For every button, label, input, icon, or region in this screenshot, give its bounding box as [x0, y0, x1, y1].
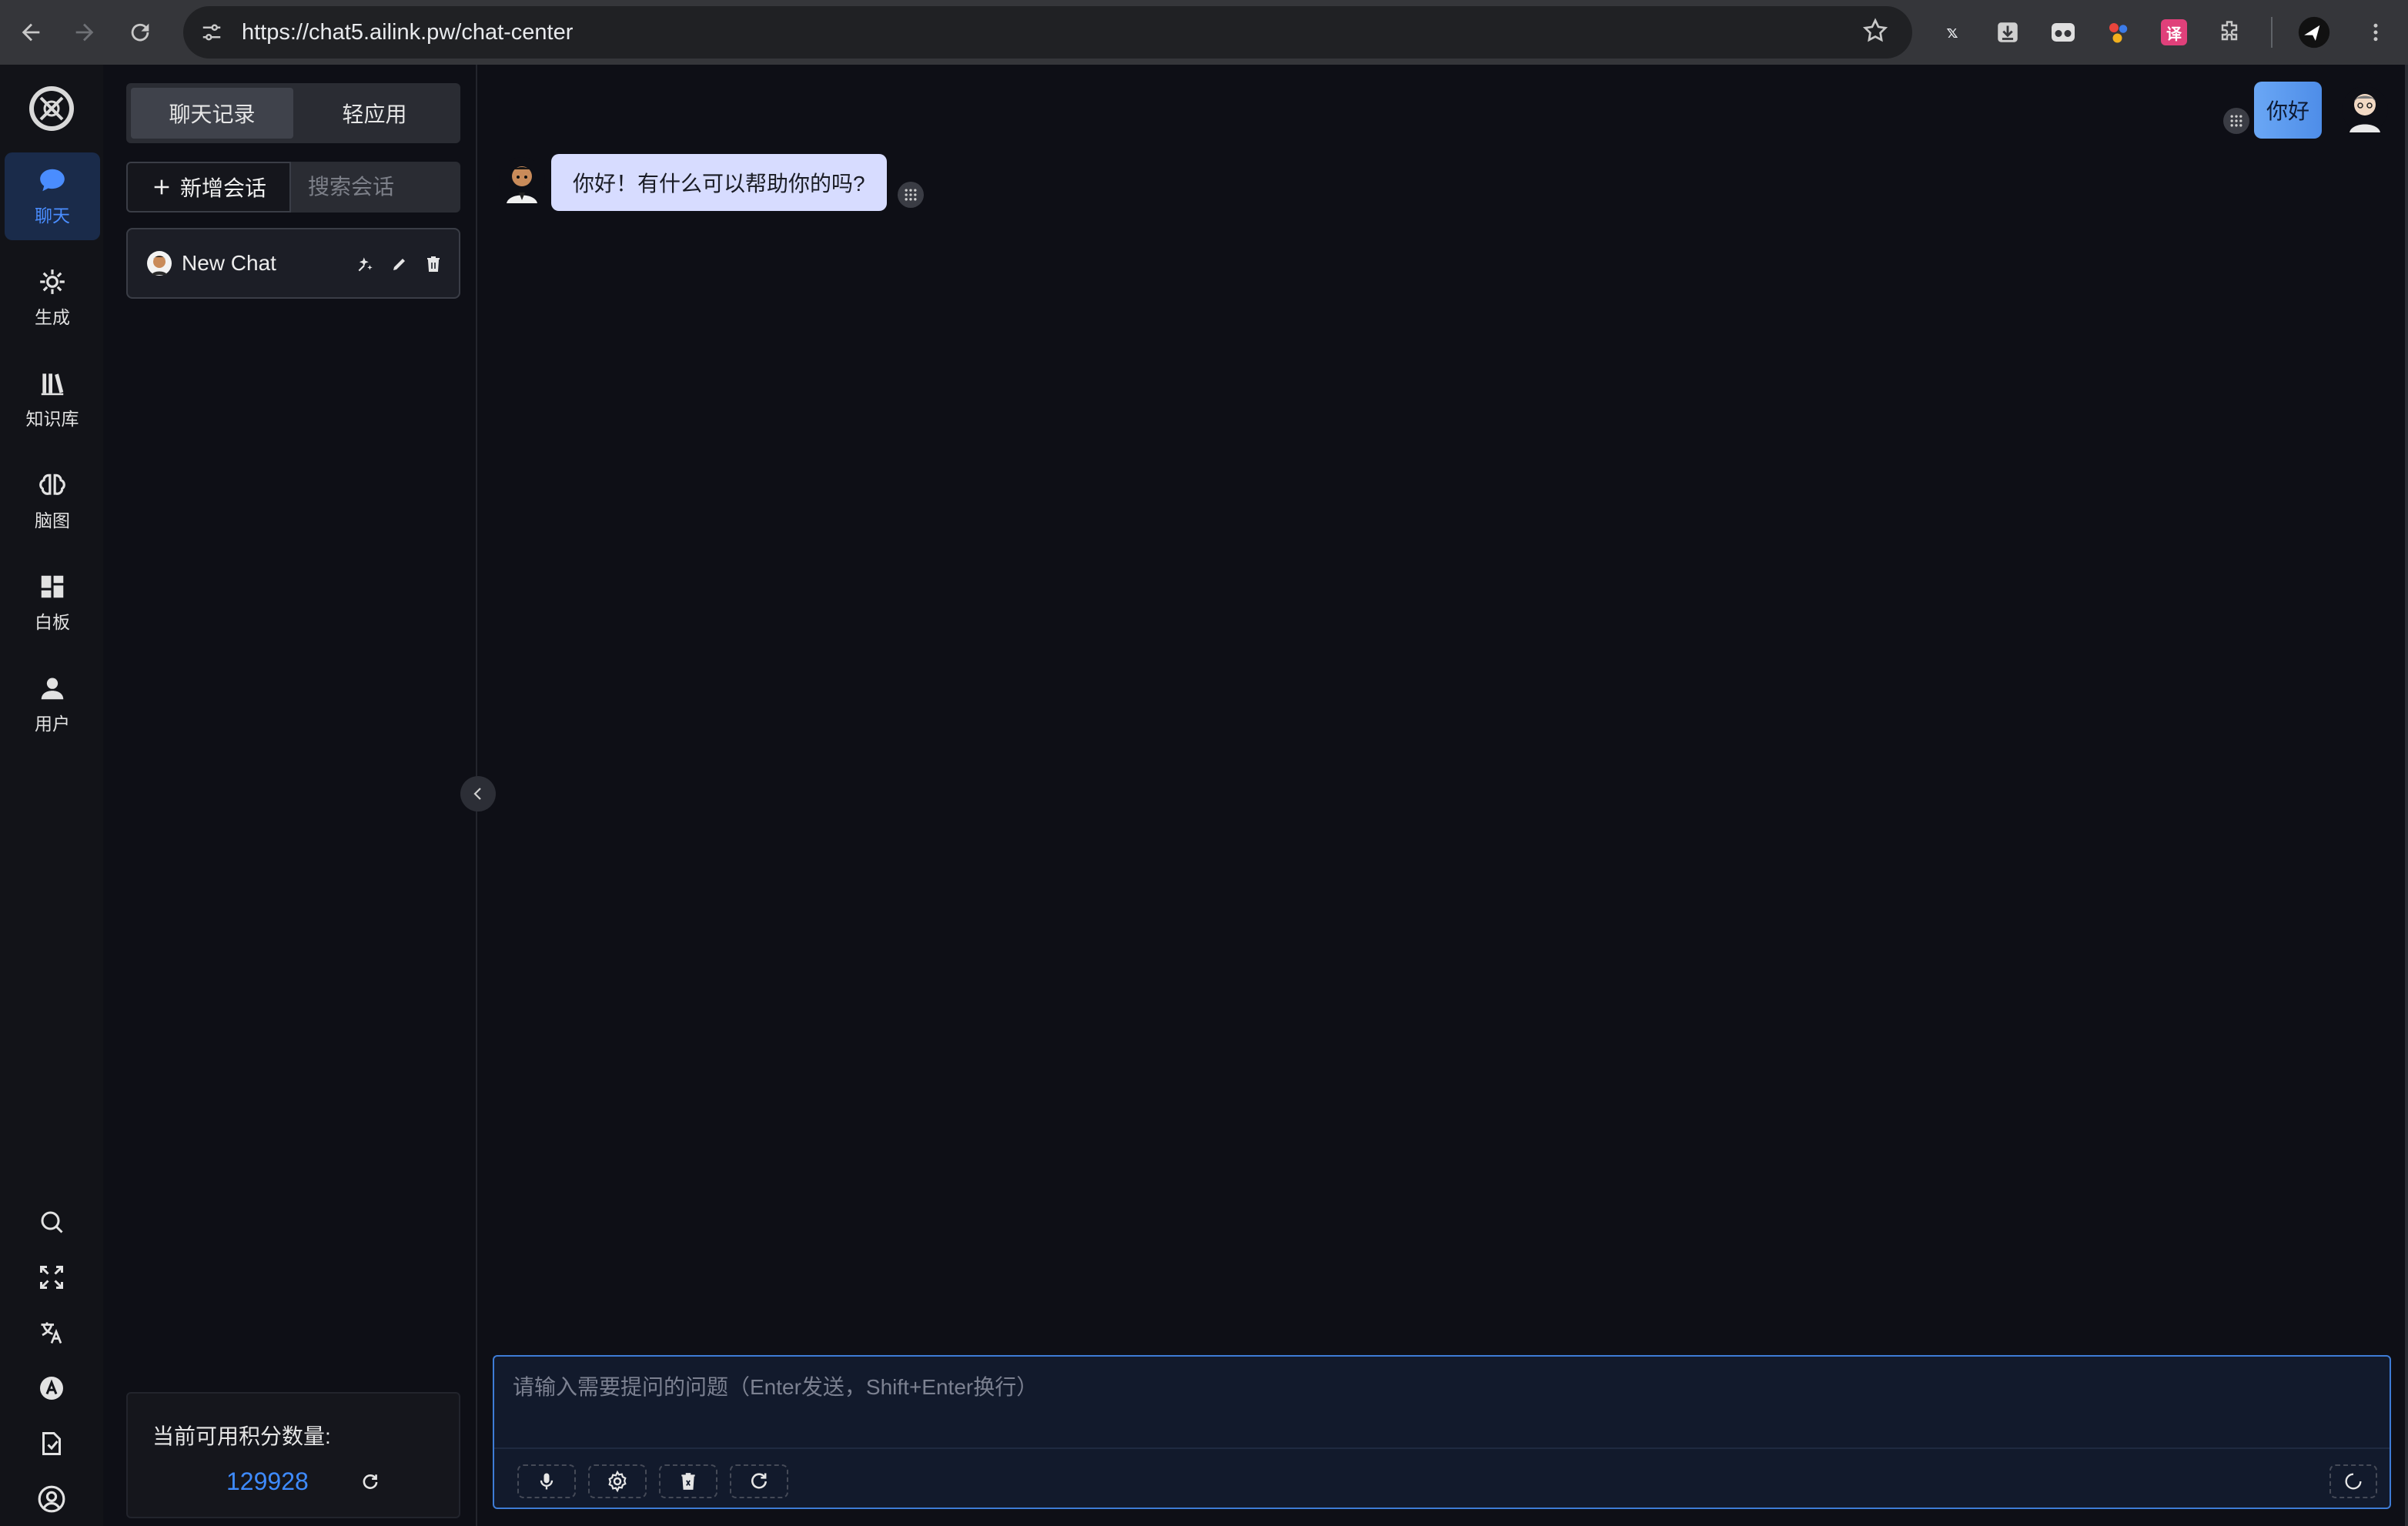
conversation-panel: 聊天记录 轻应用 新增会话 New Chat 当前可用积分数量: 129928 — [103, 65, 477, 1526]
clear-chat-button[interactable] — [659, 1464, 717, 1498]
assistant-message-bubble: 你好！有什么可以帮助你的吗? — [551, 154, 887, 211]
rail-item-label: 知识库 — [25, 409, 79, 429]
account-circle-icon[interactable] — [32, 1480, 71, 1518]
panel-tabs: 聊天记录 轻应用 — [126, 83, 460, 143]
tab-light-apps[interactable]: 轻应用 — [293, 88, 456, 139]
rail-item-mindmap[interactable]: 脑图 — [5, 457, 100, 545]
user-icon — [41, 678, 64, 700]
back-icon[interactable] — [8, 9, 54, 55]
message-composer — [493, 1355, 2391, 1509]
extension-molecule-icon[interactable] — [2095, 9, 2142, 55]
font-a-icon[interactable] — [32, 1369, 71, 1407]
extension-glasses-icon[interactable] — [2040, 9, 2086, 55]
regenerate-button[interactable] — [730, 1464, 788, 1498]
microphone-icon — [540, 1473, 554, 1490]
credits-card: 当前可用积分数量: 129928 — [126, 1392, 460, 1518]
bookmark-star-icon[interactable] — [1861, 17, 1889, 49]
rail-item-label: 脑图 — [35, 510, 70, 530]
message-menu-icon[interactable] — [898, 182, 924, 208]
delete-trash-icon[interactable] — [422, 253, 445, 276]
books-icon — [41, 373, 64, 396]
chat-title: New Chat — [182, 251, 276, 275]
user-avatar — [2342, 86, 2388, 132]
toolbar-separator — [2271, 17, 2273, 48]
rail-item-knowledge-base[interactable]: 知识库 — [5, 356, 100, 443]
magic-wand-icon[interactable] — [354, 253, 377, 276]
reload-icon[interactable] — [117, 9, 163, 55]
message-input[interactable] — [494, 1357, 2390, 1447]
microphone-button[interactable] — [517, 1464, 576, 1498]
rail-item-label: 聊天 — [35, 206, 70, 226]
rail-item-generate[interactable]: 生成 — [5, 254, 100, 342]
forward-icon[interactable] — [62, 9, 108, 55]
profile-avatar-icon[interactable] — [2291, 9, 2337, 55]
credits-value: 129928 — [226, 1467, 309, 1495]
settings-button[interactable] — [588, 1464, 647, 1498]
rail-item-user[interactable]: 用户 — [5, 661, 100, 748]
user-message-bubble: 你好 — [2254, 82, 2323, 139]
sparkle-gear-icon — [40, 269, 65, 294]
loading-spinner-icon — [2345, 1473, 2362, 1490]
translate-icon[interactable] — [32, 1313, 71, 1352]
chat-area: 你好 你好！有什么可以帮助你的吗? — [479, 65, 2408, 1526]
composer-divider — [494, 1447, 2390, 1449]
bot-avatar-icon — [147, 251, 172, 276]
settings-icon — [608, 1470, 627, 1493]
browser-toolbar: https://chat5.ailink.pw/chat-center 𝕩 译 — [0, 0, 2408, 65]
fullscreen-icon[interactable] — [32, 1258, 71, 1297]
clear-icon — [681, 1473, 695, 1490]
document-icon[interactable] — [32, 1424, 71, 1463]
chat-list-item[interactable]: New Chat — [126, 228, 460, 299]
new-chat-button[interactable]: 新增会话 — [126, 162, 291, 213]
app-logo-icon[interactable] — [28, 85, 75, 132]
window-edge — [2405, 65, 2408, 1526]
message-menu-icon[interactable] — [2223, 108, 2249, 134]
rail-item-label: 白板 — [35, 612, 70, 632]
assistant-avatar — [499, 157, 545, 203]
refresh-credits-icon[interactable] — [360, 1472, 380, 1492]
credits-label: 当前可用积分数量: — [152, 1424, 331, 1448]
chat-bubble-icon — [40, 169, 65, 192]
rail-item-whiteboard[interactable]: 白板 — [5, 559, 100, 647]
rail-item-chat[interactable]: 聊天 — [5, 152, 100, 240]
extensions-puzzle-icon[interactable] — [2206, 9, 2252, 55]
browser-menu-icon[interactable] — [2353, 9, 2399, 55]
edit-pen-icon[interactable] — [388, 253, 411, 276]
new-chat-label: 新增会话 — [179, 176, 266, 200]
tab-chat-history[interactable]: 聊天记录 — [131, 88, 293, 139]
address-bar[interactable]: https://chat5.ailink.pw/chat-center — [183, 6, 1912, 59]
chevron-left-icon — [473, 788, 481, 800]
extension-x-icon[interactable]: 𝕩 — [1929, 9, 1975, 55]
brain-icon — [39, 474, 65, 495]
search-chat-input[interactable] — [291, 162, 460, 213]
refresh-icon — [751, 1473, 768, 1489]
collapse-panel-button[interactable] — [460, 776, 496, 812]
extension-download-icon[interactable] — [1985, 9, 2031, 55]
extension-translate-icon[interactable]: 译 — [2151, 9, 2197, 55]
rail-item-label: 用户 — [35, 714, 70, 734]
search-icon[interactable] — [32, 1203, 71, 1241]
site-info-icon[interactable] — [186, 7, 237, 58]
url-text[interactable]: https://chat5.ailink.pw/chat-center — [242, 20, 573, 45]
dashboard-icon — [41, 575, 64, 598]
left-navigation-rail: 聊天 生成 知识库 脑图 白板 用户 — [0, 65, 103, 1526]
plus-icon — [154, 179, 169, 195]
send-button[interactable] — [2329, 1464, 2377, 1498]
rail-item-label: 生成 — [35, 307, 70, 327]
